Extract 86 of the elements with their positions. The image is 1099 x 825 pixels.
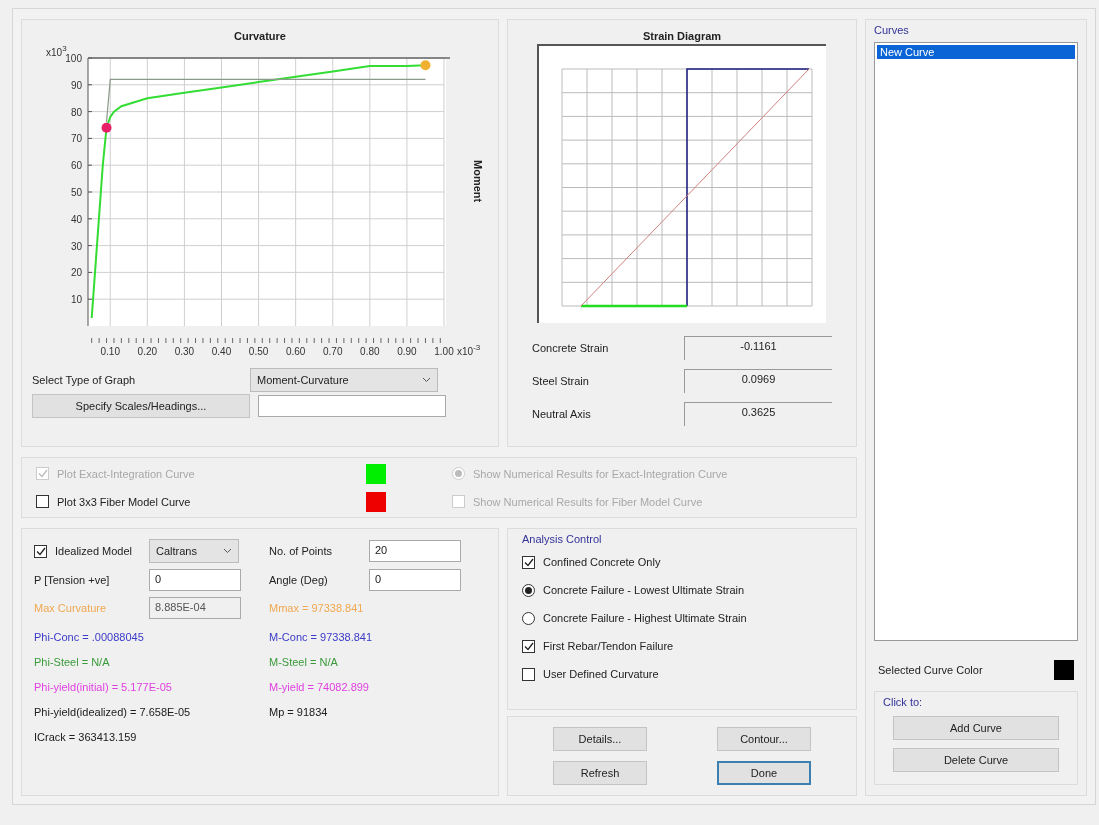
option-label: Plot 3x3 Fiber Model Curve: [57, 495, 191, 508]
y-tick-label: 20: [70, 267, 82, 279]
readout-field: -0.1161: [684, 336, 832, 360]
curve-button[interactable]: Delete Curve: [893, 748, 1059, 772]
radio-button[interactable]: [522, 611, 535, 625]
option-label: User Defined Curvature: [543, 668, 659, 680]
strain-title: Strain Diagram: [642, 30, 722, 42]
option-label: Plot Exact-Integration Curve: [57, 467, 195, 480]
max-curvature-field: 8.885E-04: [149, 597, 241, 619]
color-swatch[interactable]: [366, 491, 386, 512]
y-tick-label: 70: [70, 133, 82, 145]
graph-type-dropdown[interactable]: Moment-Curvature: [250, 368, 438, 392]
color-label: Selected Curve Color: [878, 664, 983, 676]
readout-field: 0.3625: [684, 402, 832, 426]
y-tick-label: 90: [70, 79, 82, 91]
result-text: Mmax = 97338.841: [269, 602, 365, 614]
graph-type-label: Select Type of Graph: [32, 374, 137, 386]
dialog-button[interactable]: Refresh: [553, 761, 647, 785]
heading-field[interactable]: [258, 395, 446, 417]
y-axis-title: Moment: [472, 160, 484, 203]
option-label: Show Numerical Results for Fiber Model Curve: [473, 495, 703, 508]
option-label: First Rebar/Tendon Failure: [543, 640, 674, 652]
x-tick-label: 0.70: [323, 346, 343, 357]
y-tick-label: 100: [65, 53, 82, 64]
radio-button[interactable]: [522, 583, 535, 597]
points-field[interactable]: 20: [369, 540, 461, 562]
x-tick-label: 0.90: [397, 346, 417, 357]
chevron-down-icon: [422, 377, 431, 383]
result-text: Mp = 91834: [269, 706, 329, 718]
option-label: Show Numerical Results for Exact-Integration Curve: [473, 467, 728, 480]
curve-button[interactable]: Add Curve: [893, 716, 1059, 740]
y-tick-label: 80: [70, 106, 82, 118]
y-tick-label: 10: [70, 294, 82, 306]
field-label: Angle (Deg): [269, 574, 329, 586]
readout-label: Neutral Axis: [532, 408, 591, 420]
list-item[interactable]: New Curve: [877, 45, 1075, 59]
x-tick-label: 0.20: [137, 346, 158, 357]
angle-field[interactable]: 0: [369, 569, 461, 591]
readout-field: 0.0969: [684, 369, 832, 393]
option-label: Confined Concrete Only: [543, 556, 661, 568]
dialog-button[interactable]: Done: [717, 761, 811, 785]
dialog-button[interactable]: Contour...: [717, 727, 811, 751]
x-tick-label: 0.40: [211, 346, 232, 357]
dialog-button[interactable]: Details...: [553, 727, 647, 751]
y-tick-label: 40: [70, 213, 82, 225]
group-title: Analysis Control: [522, 533, 603, 545]
x-tick-label: 0.10: [100, 346, 120, 357]
result-text: M-Steel = N/A: [269, 656, 339, 668]
result-text: Phi-yield(initial) = 5.177E-05: [34, 681, 173, 693]
x-tick-label: 0.30: [174, 346, 195, 357]
y-tick-label: 50: [70, 187, 82, 198]
result-text: Phi-Steel = N/A: [34, 656, 111, 668]
x-scale-label: x10$^{-3}$: [457, 343, 481, 357]
option-label: Concrete Failure - Highest Ultimate Strain: [543, 612, 747, 624]
option-label: Idealized Model: [55, 545, 133, 557]
y-scale-label: x10$^{3}$: [46, 44, 67, 58]
y-tick-label: 30: [70, 240, 82, 252]
x-tick-label: 0.60: [285, 346, 306, 357]
x-tick-label: 0.50: [248, 346, 269, 357]
y-tick-label: 60: [70, 160, 82, 172]
readout-label: Steel Strain: [532, 375, 589, 387]
chevron-down-icon: [223, 548, 232, 554]
group-title: Curves: [874, 24, 910, 36]
result-text: Phi-Conc = .00088045: [34, 631, 145, 643]
checkbox[interactable]: [522, 555, 535, 569]
option-label: Concrete Failure - Lowest Ultimate Strain: [543, 584, 745, 596]
checkbox[interactable]: [522, 667, 535, 681]
result-text: M-Conc = 97338.841: [269, 631, 374, 643]
result-text: M-yield = 74082.899: [269, 681, 370, 693]
readout-label: Concrete Strain: [532, 342, 609, 354]
field-label: No. of Points: [269, 545, 333, 557]
field-label: Max Curvature: [34, 602, 108, 614]
x-tick-label: 0.80: [360, 346, 380, 357]
chart-title: Curvature: [233, 30, 287, 42]
specify-scales-button[interactable]: Specify Scales/Headings...: [32, 394, 250, 418]
checkbox[interactable]: [34, 544, 47, 558]
x-tick-label: 1.00: [434, 346, 454, 357]
result-text: ICrack = 363413.159: [34, 731, 138, 743]
model-dropdown[interactable]: Caltrans: [149, 539, 239, 563]
tension-field[interactable]: 0: [149, 569, 241, 591]
checkbox[interactable]: [36, 495, 49, 508]
result-text: Phi-yield(idealized) = 7.658E-05: [34, 706, 192, 718]
checkbox[interactable]: [522, 639, 535, 653]
group-title: Click to:: [883, 696, 923, 708]
color-swatch[interactable]: [1054, 660, 1074, 680]
field-label: P [Tension +ve]: [34, 574, 111, 586]
